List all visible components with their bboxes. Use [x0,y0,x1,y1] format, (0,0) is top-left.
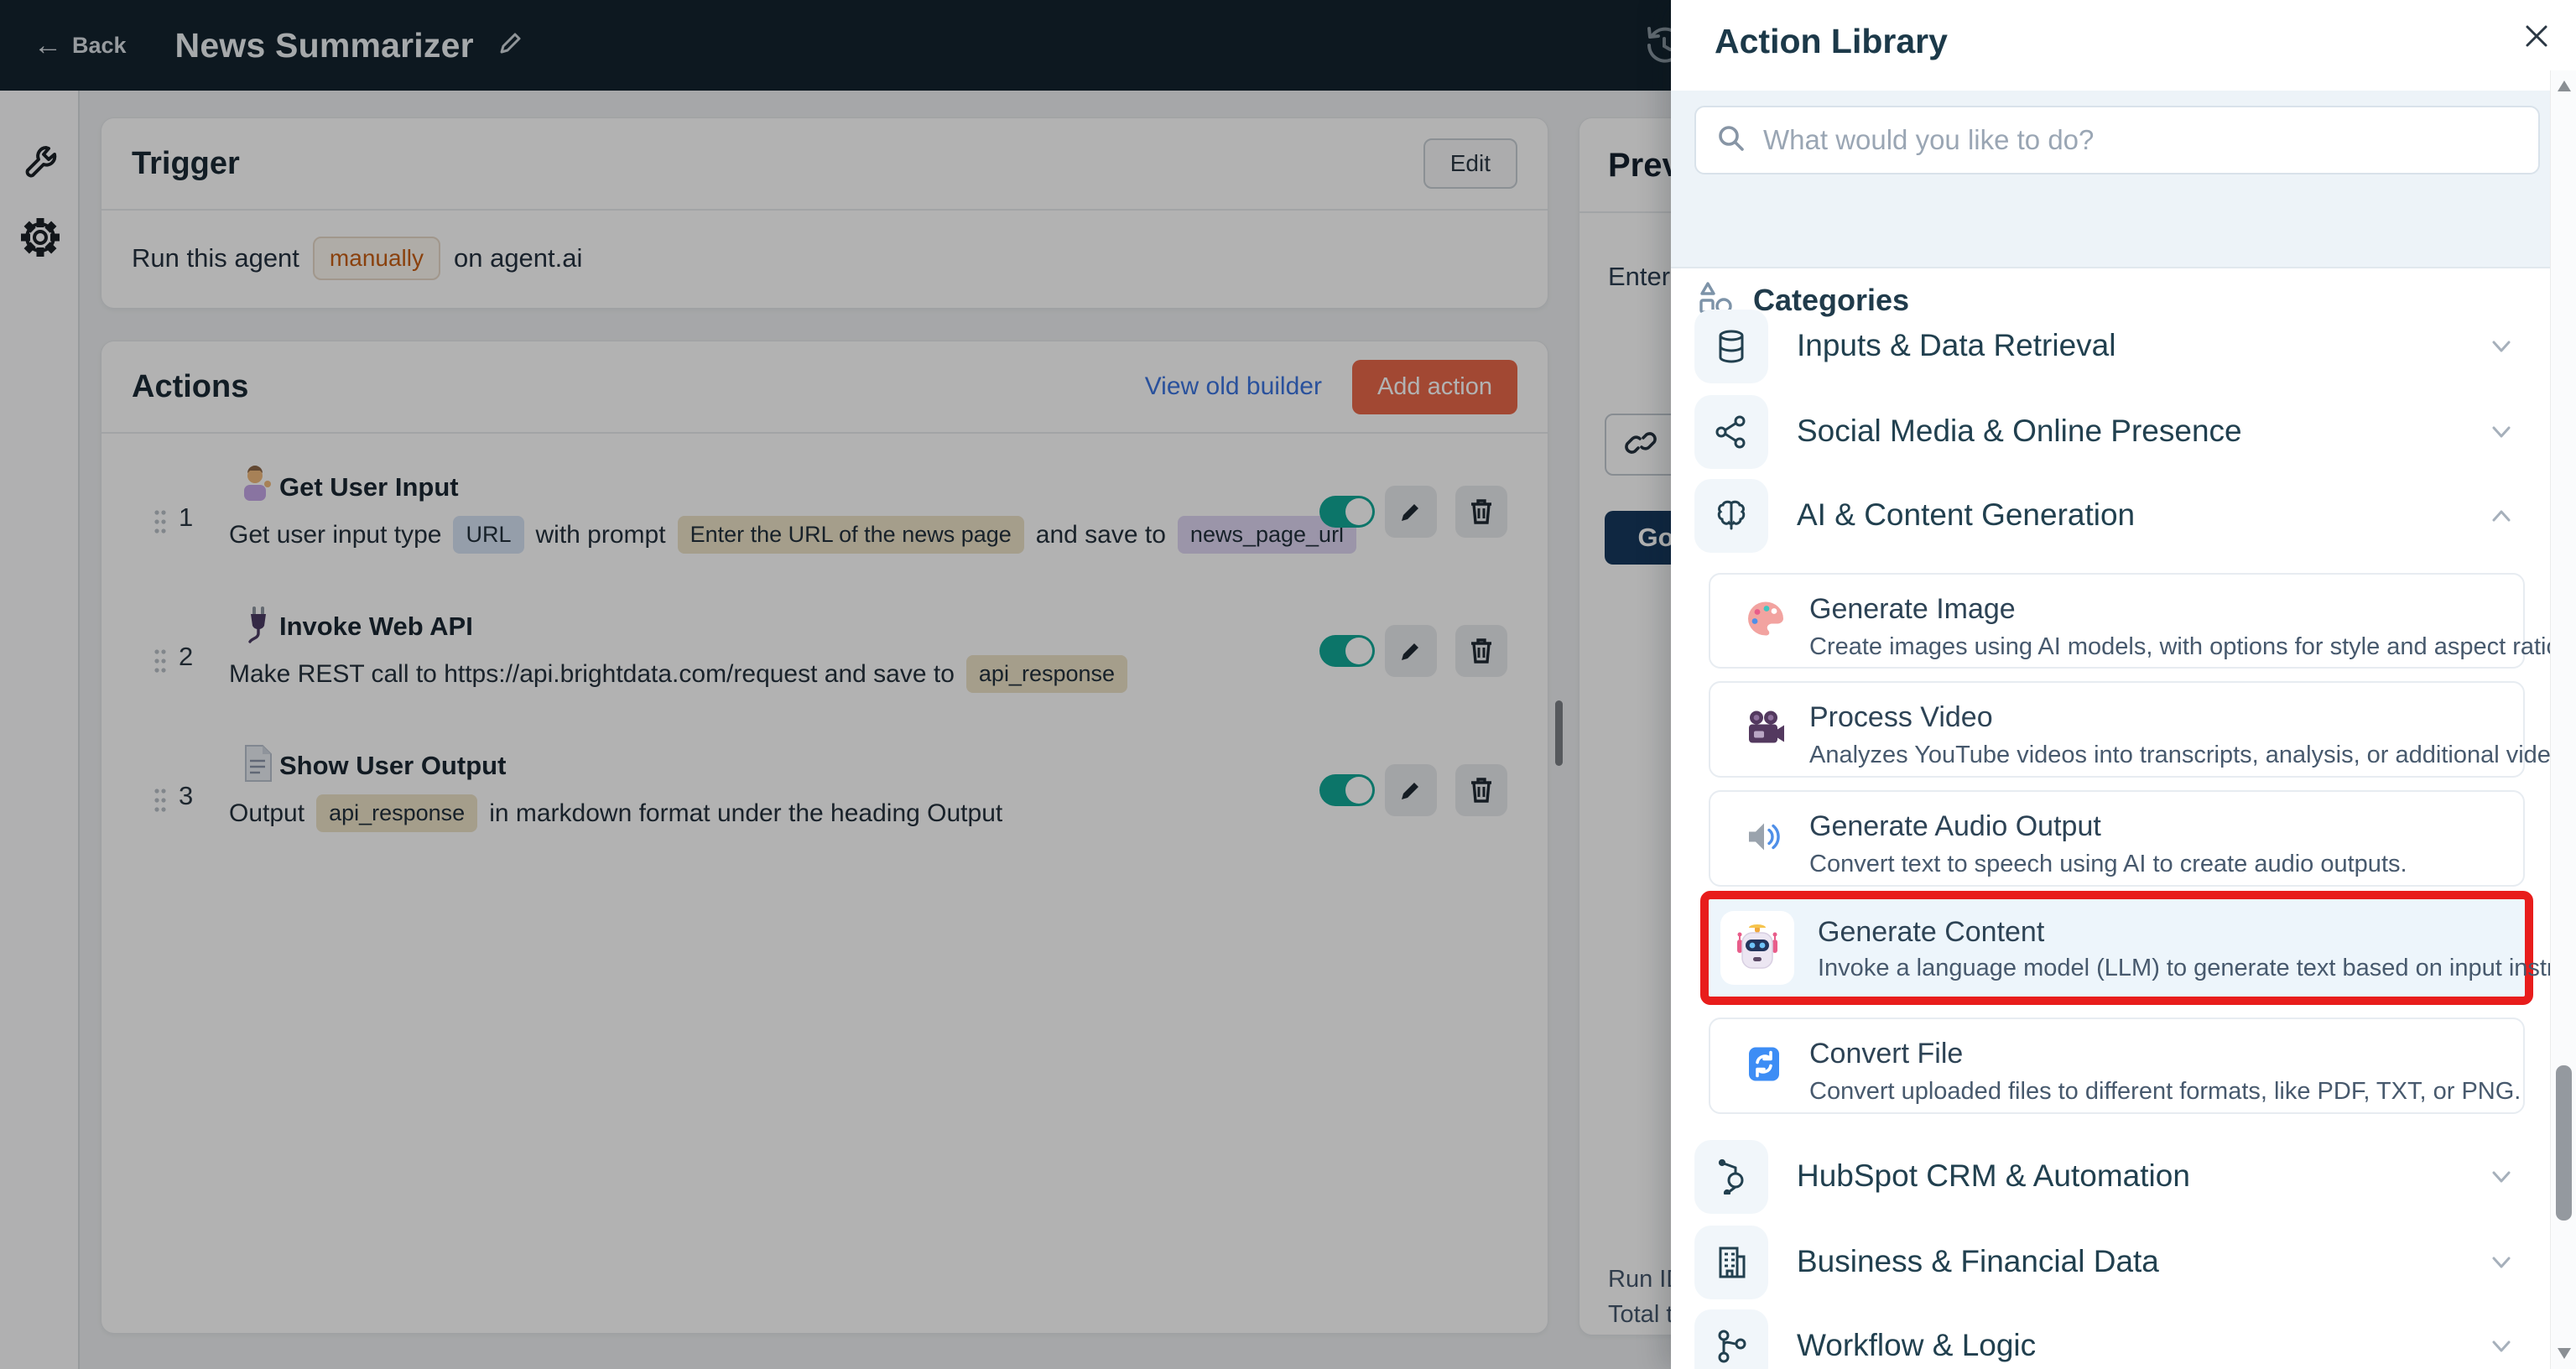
chevron-up-icon [2486,501,2516,535]
category-label: Social Media & Online Presence [1797,414,2242,448]
category-label: AI & Content Generation [1797,497,2136,532]
scrollbar-up-icon[interactable] [2558,81,2571,91]
close-icon[interactable] [2516,17,2557,57]
scrollbar-down-icon[interactable] [2558,1348,2571,1359]
search-box[interactable] [1694,106,2540,174]
search-input[interactable] [1763,124,2485,156]
category-inputs-data-retrieval[interactable]: Inputs & Data Retrieval [1671,310,2550,393]
category-hubspot-crm[interactable]: HubSpot CRM & Automation [1671,1140,2550,1224]
library-item-process-video[interactable]: Process Video Analyzes YouTube videos in… [1709,681,2576,778]
robot-icon [1720,911,1794,985]
category-label: Workflow & Logic [1797,1328,2037,1362]
convert-file-icon [1746,1045,1782,1086]
search-section [1671,91,2550,268]
item-name: Convert File [1809,1038,1964,1070]
database-icon [1694,310,1768,383]
item-desc: Invoke a language model (LLM) to generat… [1818,955,2576,981]
speaker-icon [1746,818,1784,859]
item-desc: Create images using AI models, with opti… [1809,633,2567,660]
category-ai-content-generation[interactable]: AI & Content Generation [1671,479,2550,563]
chevron-down-icon [2486,1331,2516,1366]
hubspot-icon [1694,1140,1768,1214]
item-desc: Analyzes YouTube videos into transcripts… [1809,742,2576,768]
scrollbar-thumb[interactable] [2556,1065,2572,1221]
movie-camera-icon [1746,709,1786,750]
modal-dim-overlay[interactable] [0,0,1671,1369]
panel-title: Action Library [1715,22,1948,60]
item-desc: Convert uploaded files to different form… [1809,1078,2521,1105]
palette-icon [1746,601,1786,642]
action-library-panel: Action Library Categories Inputs & Data [1671,0,2576,1369]
workflow-icon [1694,1309,1768,1369]
share-icon [1694,395,1768,469]
library-item-generate-content-highlighted[interactable]: Generate Content Invoke a language model… [1700,891,2576,1005]
category-social-media[interactable]: Social Media & Online Presence [1671,395,2550,479]
category-business-financial[interactable]: Business & Financial Data [1671,1226,2550,1309]
panel-scrollbar[interactable] [2550,70,2576,1369]
category-label: Business & Financial Data [1797,1244,2159,1278]
library-item-convert-file[interactable]: Convert File Convert uploaded files to d… [1709,1018,2525,1114]
chevron-down-icon [2486,331,2516,366]
chevron-down-icon [2486,1247,2516,1282]
item-desc: Convert text to speech using AI to creat… [1809,851,2407,877]
item-name: Generate Audio Output [1809,810,2101,842]
category-label: Inputs & Data Retrieval [1797,328,2116,362]
brain-icon [1694,479,1768,553]
search-icon [1716,123,1746,158]
chevron-down-icon [2486,417,2516,451]
category-workflow-logic[interactable]: Workflow & Logic [1671,1309,2550,1369]
agent-builder-screen: ← Back News Summarizer Trigger Edit Run … [0,0,2576,1369]
library-item-generate-audio-output[interactable]: Generate Audio Output Convert text to sp… [1709,790,2525,887]
building-icon [1694,1226,1768,1299]
category-label: HubSpot CRM & Automation [1797,1158,2190,1193]
item-name: Generate Image [1809,593,2016,625]
item-name: Generate Content [1818,916,2045,948]
chevron-down-icon [2486,1162,2516,1196]
library-item-generate-image[interactable]: Generate Image Create images using AI mo… [1709,573,2567,669]
item-name: Process Video [1809,701,1993,733]
